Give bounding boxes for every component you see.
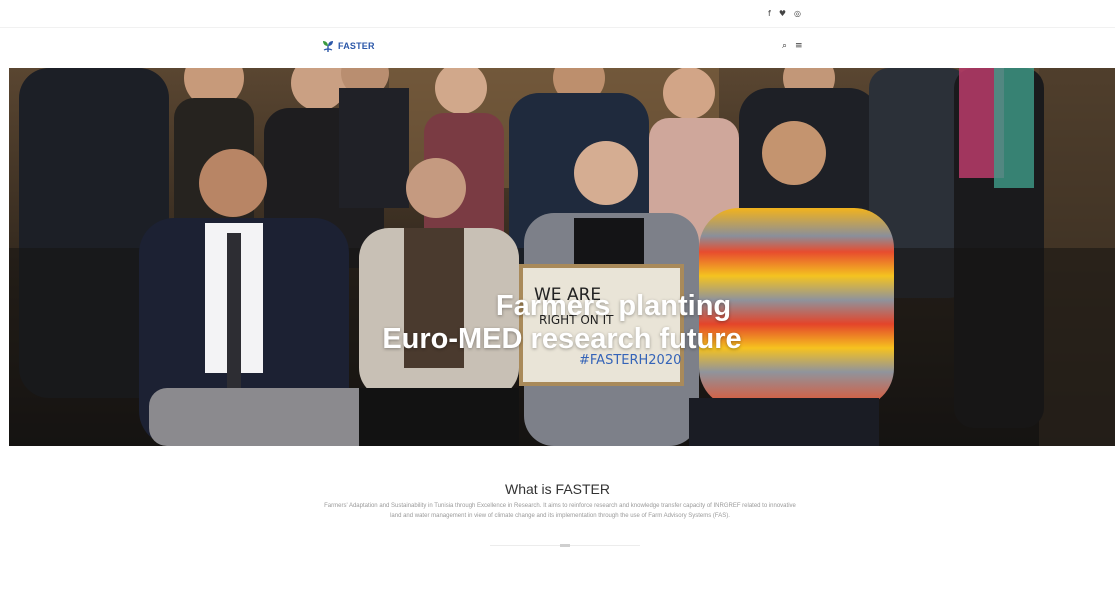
menu-icon[interactable]: ≡: [795, 41, 803, 51]
hero-headline: Farmers planting Euro-MED research futur…: [9, 290, 1115, 356]
twitter-icon[interactable]: ♥: [779, 9, 786, 19]
search-icon[interactable]: ⌕: [782, 41, 787, 51]
divider-accent: [560, 544, 570, 547]
top-bar: f ♥ ◎: [0, 0, 1115, 28]
hero-title-line-2: Euro-MED research future: [382, 323, 742, 355]
hero-group-photo: WE ARE RIGHT ON IT #FASTERH2020: [9, 68, 1115, 446]
nav-actions: ⌕ ≡: [782, 41, 803, 51]
site-logo[interactable]: FASTER: [321, 39, 375, 53]
facebook-icon[interactable]: f: [768, 9, 771, 19]
hero-title-line-1: Farmers planting: [495, 290, 732, 322]
logo-text: FASTER: [338, 41, 375, 51]
social-links: f ♥ ◎: [768, 9, 801, 19]
about-heading: What is FASTER: [504, 481, 611, 497]
about-text: Farmers' Adaptation and Sustainability i…: [324, 503, 796, 519]
hero-banner: WE ARE RIGHT ON IT #FASTERH2020 Farmers …: [9, 68, 1115, 446]
instagram-icon[interactable]: ◎: [794, 9, 801, 19]
main-navbar: FASTER ⌕ ≡: [0, 28, 1115, 68]
sprout-icon: [323, 41, 333, 52]
